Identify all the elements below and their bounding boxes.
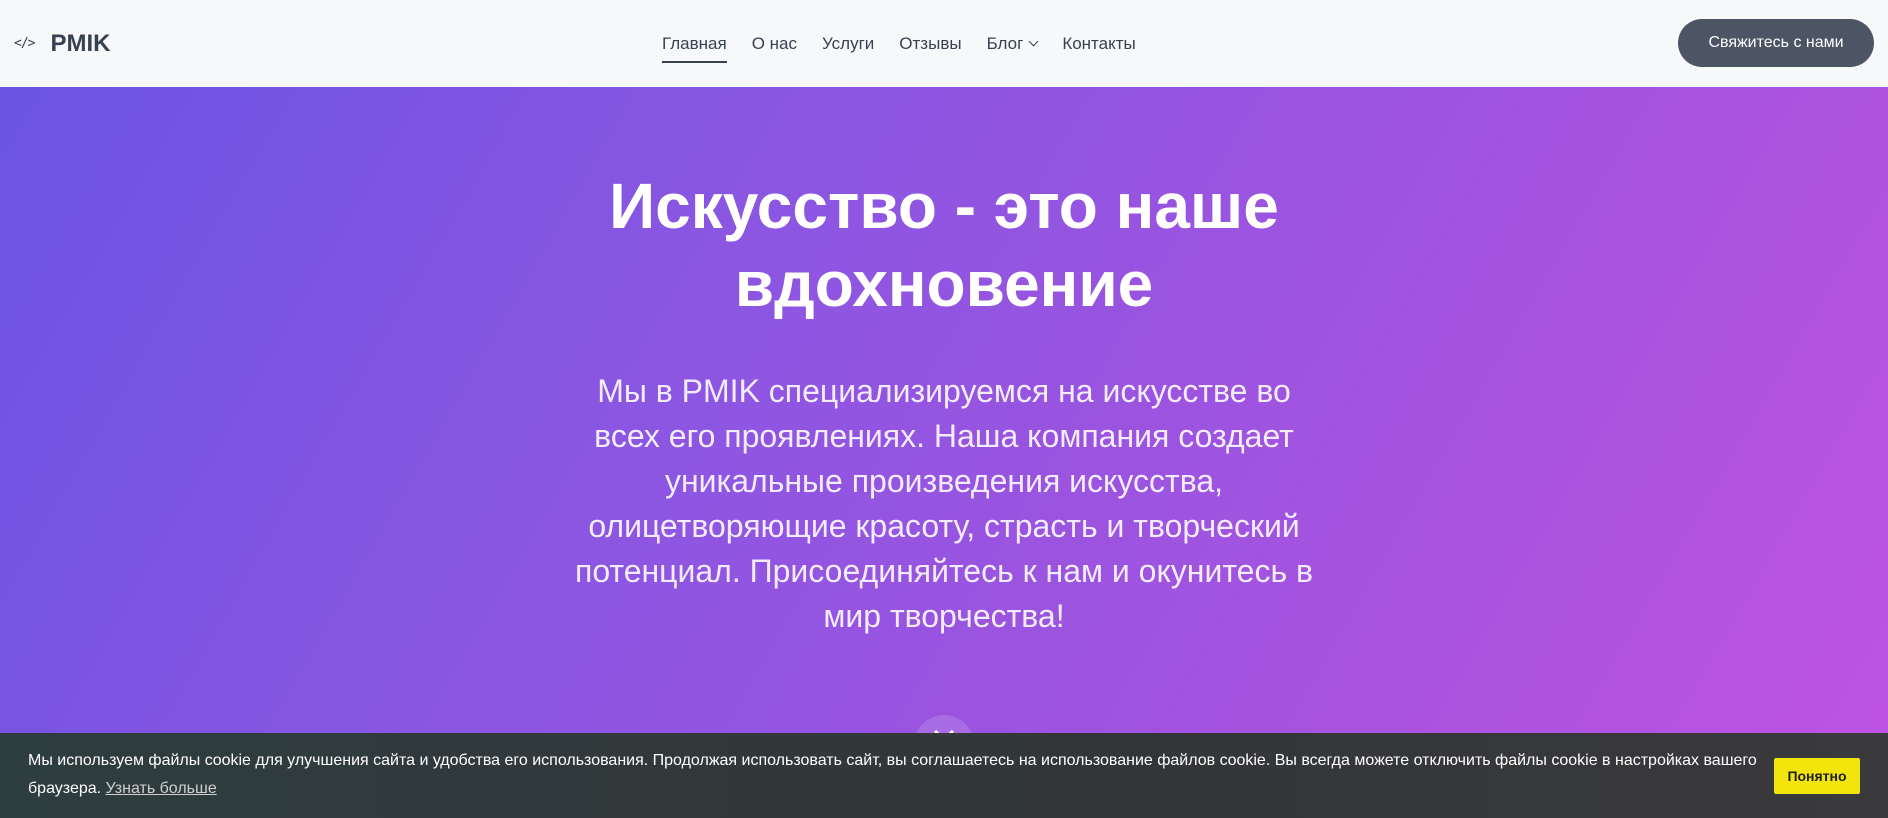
- accept-cookies-button[interactable]: Понятно: [1774, 758, 1860, 794]
- logo-text: PMIK: [50, 29, 111, 57]
- nav-item-label: Контакты: [1062, 33, 1136, 53]
- nav-item-home[interactable]: Главная: [662, 0, 727, 87]
- nav-item-about[interactable]: О нас: [752, 0, 797, 87]
- hero-section: Искусство - это наше вдохновение Мы в PM…: [0, 87, 1888, 818]
- cookie-text: Мы используем файлы cookie для улучшения…: [28, 752, 1757, 797]
- cookie-message: Мы используем файлы cookie для улучшения…: [28, 747, 1768, 803]
- nav-item-label: Главная: [662, 33, 727, 53]
- contact-us-button[interactable]: Свяжитесь с нами: [1678, 19, 1874, 67]
- hero-description: Мы в PMIK специализируемся на искусстве …: [574, 373, 1313, 634]
- nav-item-blog[interactable]: Блог: [986, 0, 1039, 87]
- nav-item-reviews[interactable]: Отзывы: [899, 0, 961, 87]
- chevron-down-icon: [1028, 36, 1039, 47]
- code-icon: </>: [14, 36, 36, 51]
- nav-item-contacts[interactable]: Контакты: [1062, 0, 1135, 87]
- nav-item-label: Блог: [986, 33, 1024, 53]
- nav-item-label: Услуги: [822, 33, 875, 53]
- nav-item-label: Отзывы: [899, 33, 962, 53]
- learn-more-link[interactable]: Узнать больше: [106, 780, 217, 797]
- nav-item-services[interactable]: Услуги: [822, 0, 874, 87]
- site-header: </> PMIK Главная О нас Услуги Отзывы Бло…: [0, 0, 1888, 87]
- logo[interactable]: </> PMIK: [14, 0, 110, 87]
- nav-item-label: О нас: [751, 33, 798, 53]
- hero-title: Искусство - это наше вдохновение: [609, 170, 1279, 320]
- main-nav: Главная О нас Услуги Отзывы Блог Контакт…: [662, 0, 1161, 87]
- cookie-banner: Мы используем файлы cookie для улучшения…: [0, 733, 1888, 818]
